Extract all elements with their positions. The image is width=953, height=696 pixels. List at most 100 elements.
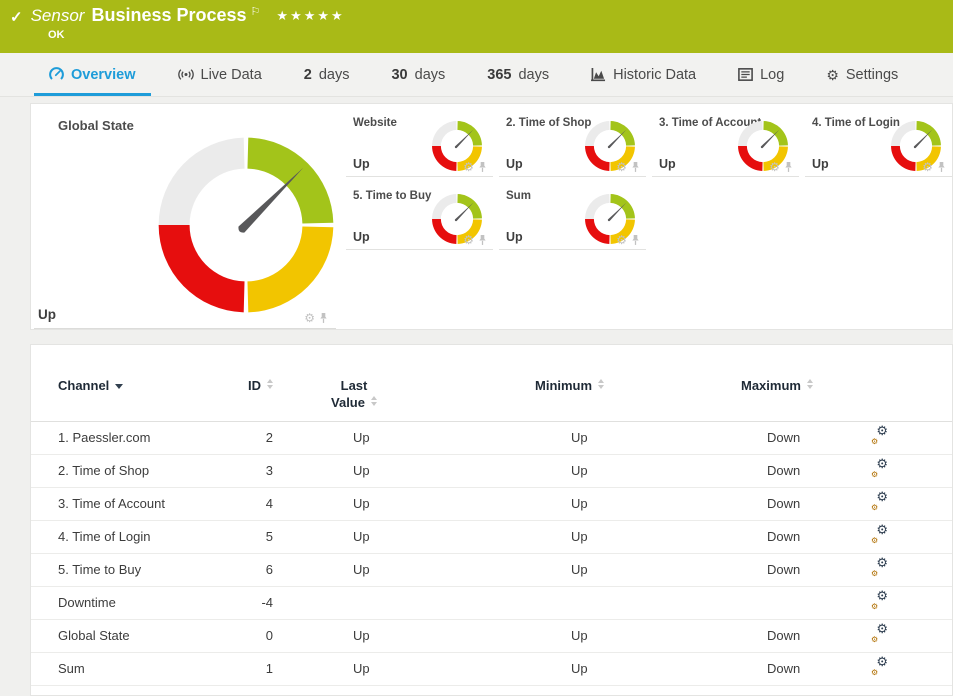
tab-overview[interactable]: Overview bbox=[34, 53, 151, 96]
tab-historic-data[interactable]: Historic Data bbox=[576, 53, 711, 96]
page-title: Business Process bbox=[91, 5, 246, 26]
table-row: 5. Time to Buy 6 Up Up Down ⚙⚙ bbox=[31, 554, 952, 587]
channel-id: 4 bbox=[208, 496, 273, 511]
channel-id: 1 bbox=[208, 661, 273, 676]
table-row: Downtime -4 ⚙⚙ bbox=[31, 587, 952, 620]
channel-id: 6 bbox=[208, 562, 273, 577]
column-header-maximum[interactable]: Maximum bbox=[741, 378, 854, 393]
table-row: 2. Time of Shop 3 Up Up Down ⚙⚙ bbox=[31, 455, 952, 488]
channel-id: 0 bbox=[208, 628, 273, 643]
channel-settings-icon[interactable]: ⚙⚙ bbox=[871, 494, 888, 511]
gear-icon[interactable]: ⚙ bbox=[922, 161, 933, 173]
gauge-tile[interactable]: 5. Time to Buy Up ⚙ bbox=[346, 177, 493, 250]
gauge-tile[interactable]: 2. Time of Shop Up ⚙ bbox=[499, 104, 646, 177]
gear-icon[interactable]: ⚙ bbox=[769, 161, 780, 173]
sensor-kind-label: Sensor bbox=[31, 6, 85, 26]
gauge-tile[interactable]: 4. Time of Login Up ⚙ bbox=[805, 104, 952, 177]
tab-365-days[interactable]: 365days bbox=[472, 53, 564, 96]
minimum-value: Up bbox=[491, 430, 684, 445]
table-row: 4. Time of Login 5 Up Up Down ⚙⚙ bbox=[31, 521, 952, 554]
minimum-value: Up bbox=[491, 562, 684, 577]
table-row: 1. Paessler.com 2 Up Up Down ⚙⚙ bbox=[31, 422, 952, 455]
channel-settings-icon[interactable]: ⚙⚙ bbox=[871, 593, 888, 610]
maximum-value: Down bbox=[684, 628, 854, 643]
channel-table: Channel ID Last Value Minimum Maximum 1.… bbox=[30, 344, 953, 696]
last-value: Up bbox=[273, 562, 491, 577]
gear-icon[interactable]: ⚙ bbox=[616, 161, 627, 173]
global-state-gauge-chart bbox=[155, 134, 337, 316]
channel-name: Downtime bbox=[58, 595, 208, 610]
pin-icon[interactable] bbox=[631, 161, 640, 173]
table-header-row: Channel ID Last Value Minimum Maximum bbox=[31, 345, 952, 422]
priority-stars[interactable]: ★★★★★ bbox=[276, 8, 344, 24]
flag-icon[interactable]: ⚐ bbox=[251, 5, 261, 18]
sensor-header: ✓ Sensor Business Process ⚐ ★★★★★ OK bbox=[0, 0, 953, 53]
gauge-tile[interactable]: 3. Time of Account Up ⚙ bbox=[652, 104, 799, 177]
channel-settings-icon[interactable]: ⚙⚙ bbox=[871, 461, 888, 478]
minimum-value: Up bbox=[491, 529, 684, 544]
column-header-minimum[interactable]: Minimum bbox=[535, 378, 684, 393]
table-body: 1. Paessler.com 2 Up Up Down ⚙⚙ 2. Time … bbox=[31, 422, 952, 686]
channel-name: Sum bbox=[58, 661, 208, 676]
live-icon bbox=[178, 68, 194, 81]
gauge-tile-title: Global State bbox=[58, 118, 134, 133]
gauge-status: Up bbox=[353, 230, 370, 244]
gear-icon[interactable]: ⚙ bbox=[463, 234, 474, 246]
maximum-value: Down bbox=[684, 661, 854, 676]
minimum-value: Up bbox=[491, 628, 684, 643]
maximum-value: Down bbox=[684, 463, 854, 478]
tab-2-days[interactable]: 2days bbox=[289, 53, 365, 96]
gauge-tile-title: Website bbox=[353, 117, 397, 129]
column-header-id[interactable]: ID bbox=[208, 378, 273, 393]
last-value: Up bbox=[273, 430, 491, 445]
sort-icon bbox=[598, 379, 604, 389]
pin-icon[interactable] bbox=[478, 234, 487, 246]
channel-id: 5 bbox=[208, 529, 273, 544]
global-state-tile[interactable]: Global State Up ⚙ bbox=[31, 104, 336, 329]
channel-settings-icon[interactable]: ⚙⚙ bbox=[871, 626, 888, 643]
historic-icon bbox=[591, 68, 606, 82]
column-header-channel[interactable]: Channel bbox=[58, 378, 208, 393]
channel-settings-icon[interactable]: ⚙⚙ bbox=[871, 527, 888, 544]
maximum-value: Down bbox=[684, 496, 854, 511]
table-row: Sum 1 Up Up Down ⚙⚙ bbox=[31, 653, 952, 686]
last-value: Up bbox=[273, 661, 491, 676]
pin-icon[interactable] bbox=[937, 161, 946, 173]
pin-icon[interactable] bbox=[784, 161, 793, 173]
gear-icon[interactable]: ⚙ bbox=[304, 312, 315, 324]
tab-bar: Overview Live Data 2days 30days 365days … bbox=[0, 53, 953, 97]
status-badge: OK bbox=[48, 29, 953, 41]
pin-icon[interactable] bbox=[478, 161, 487, 173]
pin-icon[interactable] bbox=[631, 234, 640, 246]
maximum-value: Down bbox=[684, 529, 854, 544]
channel-settings-icon[interactable]: ⚙⚙ bbox=[871, 659, 888, 676]
gauge-tile[interactable]: Sum Up ⚙ bbox=[499, 177, 646, 250]
gauge-icon bbox=[49, 67, 64, 82]
tab-live-data[interactable]: Live Data bbox=[163, 53, 277, 96]
last-value: Up bbox=[273, 529, 491, 544]
gauge-tile[interactable]: Website Up ⚙ bbox=[346, 104, 493, 177]
gauge-status: Up bbox=[38, 307, 56, 322]
channel-name: 2. Time of Shop bbox=[58, 463, 208, 478]
tab-log[interactable]: Log bbox=[723, 53, 799, 96]
gauge-status: Up bbox=[659, 157, 676, 171]
gear-icon[interactable]: ⚙ bbox=[463, 161, 474, 173]
gauge-status: Up bbox=[506, 230, 523, 244]
channel-name: 5. Time to Buy bbox=[58, 562, 208, 577]
check-icon: ✓ bbox=[10, 8, 23, 26]
channel-settings-icon[interactable]: ⚙⚙ bbox=[871, 560, 888, 577]
settings-icon: ⚙ bbox=[826, 68, 839, 82]
channel-name: Global State bbox=[58, 628, 208, 643]
channel-id: 2 bbox=[208, 430, 273, 445]
channel-settings-icon[interactable]: ⚙⚙ bbox=[871, 428, 888, 445]
gear-icon[interactable]: ⚙ bbox=[616, 234, 627, 246]
gauge-tile-title: 4. Time of Login bbox=[812, 117, 900, 129]
table-row: 3. Time of Account 4 Up Up Down ⚙⚙ bbox=[31, 488, 952, 521]
channel-name: 4. Time of Login bbox=[58, 529, 208, 544]
pin-icon[interactable] bbox=[319, 312, 328, 324]
column-header-last-value[interactable]: Last Value bbox=[323, 378, 385, 412]
tab-settings[interactable]: ⚙Settings bbox=[811, 53, 913, 96]
gauge-tile-title: 5. Time to Buy bbox=[353, 190, 431, 202]
tab-30-days[interactable]: 30days bbox=[376, 53, 460, 96]
sort-icon bbox=[807, 379, 813, 389]
